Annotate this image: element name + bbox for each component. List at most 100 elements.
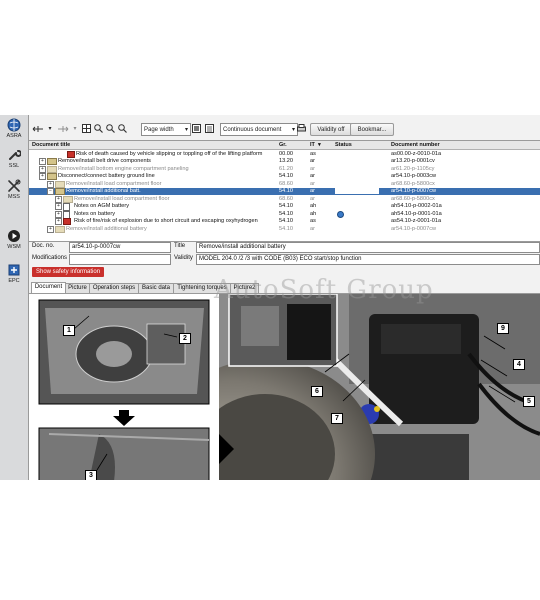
toolbar: ▾ ▾ Page width ▾ Continuous document ▾ V… (29, 120, 540, 138)
play-icon (8, 230, 20, 242)
expand-icon[interactable]: + (39, 173, 46, 180)
sort-arrow-icon: ▾ (318, 142, 321, 148)
column-header-it[interactable]: IT (310, 142, 315, 148)
table-row[interactable]: + Remove/install load compartment floor … (29, 195, 540, 203)
tab-picture[interactable]: Picture (65, 283, 90, 293)
callout-4: 4 (513, 359, 525, 370)
nav-back-icon[interactable] (31, 123, 45, 134)
chevron-down-icon: ▾ (184, 127, 188, 133)
callout-6: 6 (311, 386, 323, 397)
page-icon[interactable] (191, 123, 201, 134)
expand-icon[interactable]: + (55, 203, 62, 210)
sidebar-item-label: WSM (7, 244, 21, 250)
folder-icon (47, 165, 57, 173)
validity-field[interactable]: MODEL 204.0 /2 /3 with CODE (B03) ECO st… (196, 254, 540, 265)
expand-icon[interactable]: + (39, 158, 46, 165)
tab-operation-steps[interactable]: Operation steps (89, 283, 139, 293)
expand-icon[interactable]: + (55, 218, 62, 225)
zoom-select[interactable]: Page width ▾ (141, 123, 191, 136)
column-header-title[interactable]: Document title (32, 142, 70, 148)
grid-view-icon[interactable] (81, 123, 91, 134)
sidebar-item-epc[interactable]: EPC (0, 263, 28, 284)
callout-3: 3 (85, 470, 97, 480)
folder-icon (63, 195, 73, 203)
collapse-icon[interactable]: − (47, 188, 54, 195)
status-field (335, 188, 379, 194)
folder-icon (55, 180, 65, 188)
table-row[interactable]: Risk of death caused by vehicle slipping… (29, 150, 540, 158)
main-panel: ▾ ▾ Page width ▾ Continuous document ▾ V… (29, 115, 540, 480)
tools-icon (8, 179, 21, 192)
sidebar-item-mss[interactable]: MSS (0, 179, 28, 200)
dropdown-arrow-icon[interactable]: ▾ (47, 123, 53, 134)
sidebar-item-label: SSL (8, 163, 20, 169)
warning-document-icon (63, 218, 71, 225)
validity-button[interactable]: Validity off (310, 123, 352, 136)
table-row[interactable]: + Remove/install additional battery 54.1… (29, 225, 540, 233)
nav-forward-icon[interactable] (56, 123, 70, 134)
table-row[interactable]: + Risk of fire/risk of explosion due to … (29, 218, 540, 225)
asra-globe-icon (7, 118, 21, 132)
zoom-select-value: Page width (144, 126, 174, 133)
repair-illustration: 1 2 3 4 5 6 7 9 (29, 293, 540, 480)
folder-icon (47, 158, 57, 165)
callout-2: 2 (179, 333, 191, 344)
zoom-out-icon[interactable] (105, 123, 115, 134)
tab-basic-data[interactable]: Basic data (138, 283, 174, 293)
callout-7: 7 (331, 413, 343, 424)
zoom-fit-icon[interactable] (117, 123, 127, 134)
doc-no-label: Doc. no. (32, 243, 55, 249)
expand-icon[interactable]: + (55, 210, 62, 218)
modifications-label: Modifications (32, 255, 68, 261)
table-row[interactable]: + Remove/install bottom engine compartme… (29, 165, 540, 173)
sidebar-item-ssl[interactable]: SSL (0, 148, 28, 169)
sidebar-item-label: ASRA (6, 133, 22, 139)
sidebar-item-label: MSS (8, 194, 20, 200)
table-row[interactable]: + Notes on battery 54.10 ah ah54.10-p-00… (29, 210, 540, 219)
callout-1: 1 (63, 325, 75, 336)
table-row[interactable]: + Disconnect/connect battery ground line… (29, 173, 540, 180)
doc-no-field[interactable]: ar54.10-p-0007cw (69, 242, 171, 253)
view-mode-select[interactable]: Continuous document ▾ (220, 123, 298, 136)
column-header-status[interactable]: Status (335, 142, 352, 148)
illustration-svg (29, 294, 540, 480)
chevron-down-icon: ▾ (291, 127, 295, 133)
app-window: ASRA SSL MSS WSM EPC ▾ ▾ Page width ▾ Co… (0, 115, 540, 480)
expand-icon[interactable]: + (55, 195, 62, 203)
folder-icon (47, 173, 57, 180)
table-row[interactable]: + Remove/install belt drive components 1… (29, 158, 540, 165)
table-row[interactable]: + Remove/install load compartment floor … (29, 180, 540, 188)
column-header-docnum[interactable]: Document number (391, 142, 440, 148)
tree-header: Document title Gr. IT ▾ Status Document … (29, 141, 540, 150)
table-row-selected[interactable]: − Remove/install additional batt. 54.10 … (29, 187, 540, 195)
sidebar-item-asra[interactable]: ASRA (0, 118, 28, 139)
expand-icon[interactable]: + (39, 165, 46, 173)
tab-document[interactable]: Document (31, 282, 66, 293)
dropdown-arrow-icon[interactable]: ▾ (72, 123, 78, 134)
wrench-icon (9, 150, 21, 160)
zoom-in-icon[interactable] (93, 123, 103, 134)
print-icon[interactable] (296, 123, 306, 134)
left-sidebar: ASRA SSL MSS WSM EPC (0, 115, 29, 480)
modifications-field[interactable] (69, 254, 171, 265)
document-fields: Doc. no. ar54.10-p-0007cw Title Remove/i… (29, 242, 540, 265)
title-field[interactable]: Remove/install additional battery (196, 242, 540, 253)
watermark-text: AutoSoft Group (214, 275, 434, 305)
folder-icon (55, 225, 65, 233)
validity-label: Validity (174, 255, 193, 261)
view-mode-value: Continuous document (223, 126, 282, 133)
pages-icon[interactable] (204, 123, 214, 134)
expand-icon[interactable]: + (47, 225, 54, 233)
document-tree: Document title Gr. IT ▾ Status Document … (29, 140, 540, 242)
parts-icon (8, 264, 20, 276)
callout-5: 5 (523, 396, 535, 407)
table-row[interactable]: + Notes on AGM battery 54.10 ah ah54.10-… (29, 203, 540, 211)
show-safety-button[interactable]: Show safety information (32, 267, 105, 277)
sidebar-item-wsm[interactable]: WSM (0, 229, 28, 250)
expand-icon[interactable]: + (47, 180, 54, 188)
warning-document-icon (67, 150, 75, 158)
bookmark-button[interactable]: Bookmar... (350, 123, 394, 136)
folder-icon (55, 188, 65, 195)
column-header-gr[interactable]: Gr. (279, 142, 287, 148)
sidebar-item-label: EPC (8, 278, 20, 284)
